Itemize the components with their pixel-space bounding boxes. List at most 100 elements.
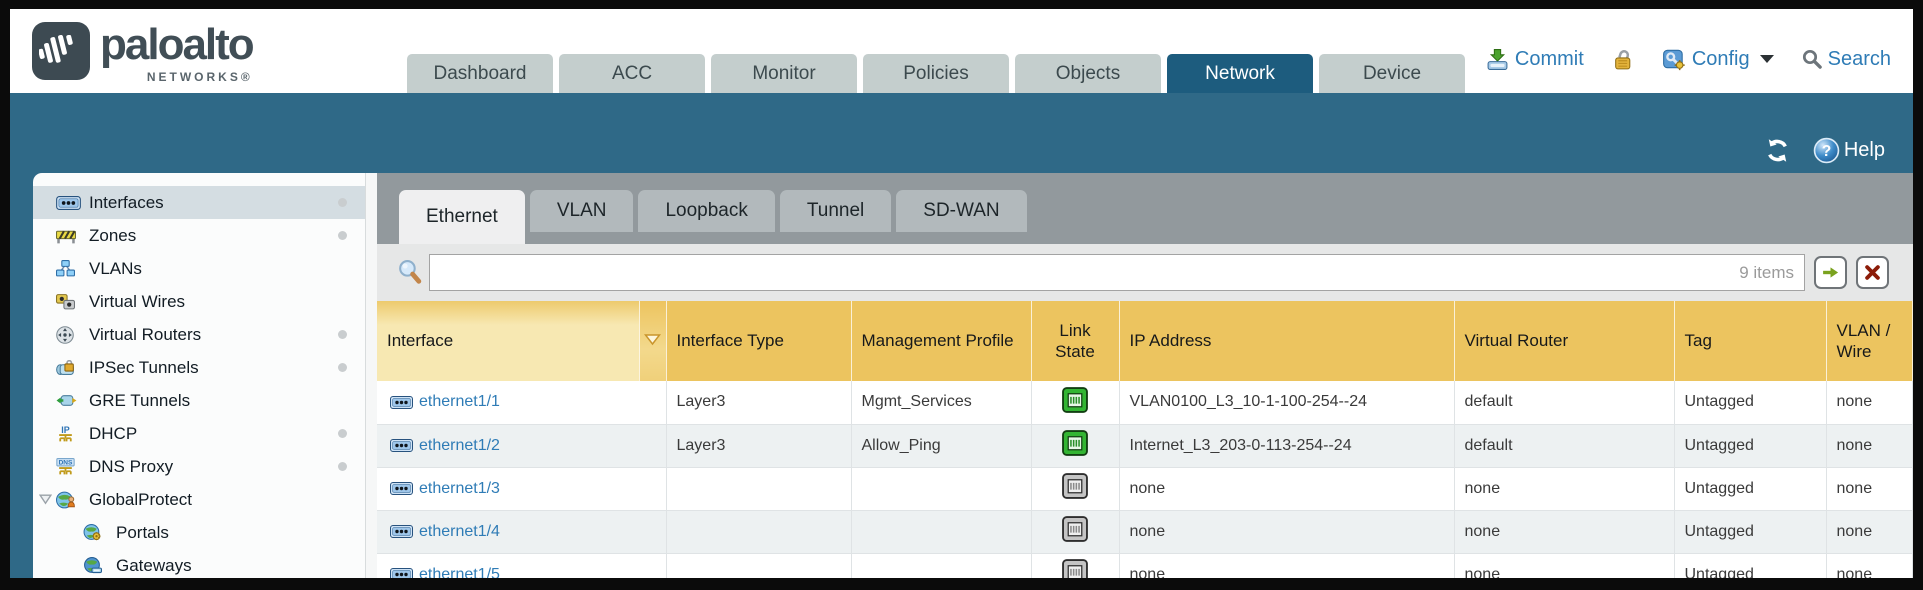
dns-proxy-icon: DNS — [56, 458, 82, 476]
table-body: ethernet1/1Layer3Mgmt_ServicesVLAN0100_L… — [377, 381, 1913, 578]
refresh-icon[interactable] — [1764, 138, 1791, 163]
search-button[interactable]: Search — [1802, 48, 1891, 71]
expander-icon[interactable] — [39, 494, 56, 505]
cell-interface-type — [666, 467, 851, 510]
table-row: ethernet1/4nonenoneUntaggednone — [377, 510, 1913, 553]
interface-link[interactable]: ethernet1/1 — [390, 393, 656, 411]
cell-link-state — [1031, 553, 1119, 578]
filter-input-box: 9 items — [429, 254, 1805, 291]
sidebar-item-globalprotect[interactable]: GlobalProtect — [33, 483, 365, 516]
cell-ip-address: none — [1119, 510, 1454, 553]
clear-filter-button[interactable] — [1856, 256, 1889, 289]
nav-tab-device[interactable]: Device — [1319, 54, 1465, 93]
cell-link-state — [1031, 467, 1119, 510]
sidebar-item-label: VLANs — [89, 259, 142, 279]
secondary-bar: ? Help — [10, 93, 1913, 173]
dot-indicator — [338, 429, 347, 438]
tab-loopback[interactable]: Loopback — [638, 190, 774, 232]
commit-button[interactable]: Commit — [1486, 48, 1584, 71]
column-header-ip-address[interactable]: IP Address — [1119, 301, 1454, 381]
nav-tab-network[interactable]: Network — [1167, 54, 1313, 93]
link-down-icon — [1062, 559, 1088, 578]
config-label: Config — [1692, 48, 1750, 71]
search-icon — [1802, 49, 1822, 69]
sidebar-item-label: DHCP — [89, 424, 137, 444]
virtual-routers-icon — [56, 326, 82, 344]
content-panel: EthernetVLANLoopbackTunnelSD-WAN 9 items — [377, 173, 1913, 578]
table-row: ethernet1/1Layer3Mgmt_ServicesVLAN0100_L… — [377, 381, 1913, 424]
dot-indicator — [338, 330, 347, 339]
sidebar-item-label: GRE Tunnels — [89, 391, 190, 411]
sidebar-item-label: Virtual Routers — [89, 325, 201, 345]
cell-vlan-wire: none — [1826, 424, 1913, 467]
table-row: ethernet1/3nonenoneUntaggednone — [377, 467, 1913, 510]
cell-management-profile: Allow_Ping — [851, 424, 1031, 467]
sidebar-nav: InterfacesZones VLANs Virtual Wires Virtual… — [33, 173, 365, 578]
interface-icon — [390, 525, 413, 538]
nav-tab-objects[interactable]: Objects — [1015, 54, 1161, 93]
apply-filter-button[interactable] — [1814, 256, 1847, 289]
tab-vlan[interactable]: VLAN — [530, 190, 634, 232]
interface-icon — [390, 396, 413, 409]
column-header-link-state[interactable]: Link State — [1031, 301, 1119, 381]
column-header-interface[interactable]: Interface — [377, 301, 639, 381]
lock-icon[interactable] — [1612, 48, 1634, 71]
column-header-tag[interactable]: Tag — [1674, 301, 1826, 381]
interface-link[interactable]: ethernet1/4 — [390, 523, 656, 541]
cell-interface-type — [666, 510, 851, 553]
column-header-management-profile[interactable]: Management Profile — [851, 301, 1031, 381]
dot-indicator — [338, 462, 347, 471]
help-button[interactable]: ? Help — [1813, 137, 1885, 164]
sidebar-item-ipsec-tunnels[interactable]: IPSec Tunnels — [33, 351, 365, 384]
column-header-vlan-wire[interactable]: VLAN / Wire — [1826, 301, 1913, 381]
sidebar-item-dhcp[interactable]: IP DHCP — [33, 417, 365, 450]
app-background: paloalto NETWORKS® DashboardACCMonitorPo… — [10, 9, 1913, 578]
cell-ip-address: Internet_L3_203-0-113-254--24 — [1119, 424, 1454, 467]
sidebar-item-interfaces[interactable]: Interfaces — [33, 186, 365, 219]
sidebar-item-zones[interactable]: Zones — [33, 219, 365, 252]
top-actions: Commit Config — [1486, 47, 1891, 71]
cell-tag: Untagged — [1674, 424, 1826, 467]
tab-ethernet[interactable]: Ethernet — [399, 190, 525, 244]
dhcp-icon: IP — [56, 425, 82, 443]
sidebar-item-portals[interactable]: Portals — [33, 516, 365, 549]
sidebar-item-vlans[interactable]: VLANs — [33, 252, 365, 285]
nav-tab-policies[interactable]: Policies — [863, 54, 1009, 93]
svg-text:?: ? — [1822, 143, 1832, 160]
interface-icon — [390, 568, 413, 578]
interface-link[interactable]: ethernet1/3 — [390, 480, 656, 498]
cell-ip-address: none — [1119, 553, 1454, 578]
table-row: ethernet1/2Layer3Allow_PingInternet_L3_2… — [377, 424, 1913, 467]
tab-tunnel[interactable]: Tunnel — [780, 190, 891, 232]
nav-tab-dashboard[interactable]: Dashboard — [407, 54, 553, 93]
tab-sd-wan[interactable]: SD-WAN — [896, 190, 1026, 232]
column-header-virtual-router[interactable]: Virtual Router — [1454, 301, 1674, 381]
sidebar-item-gre-tunnels[interactable]: GRE Tunnels — [33, 384, 365, 417]
virtual-wires-icon — [56, 294, 82, 310]
items-count: 9 items — [1731, 263, 1794, 283]
sidebar-item-dns-proxy[interactable]: DNSDNS Proxy — [33, 450, 365, 483]
config-menu-button[interactable]: Config — [1662, 47, 1774, 71]
link-up-icon — [1062, 430, 1088, 456]
cell-management-profile — [851, 467, 1031, 510]
sidebar-item-virtual-wires[interactable]: Virtual Wires — [33, 285, 365, 318]
interface-link[interactable]: ethernet1/5 — [390, 566, 656, 579]
nav-tab-acc[interactable]: ACC — [559, 54, 705, 93]
column-header-interface-type[interactable]: Interface Type — [666, 301, 851, 381]
link-up-icon — [1062, 387, 1088, 413]
dot-indicator — [338, 363, 347, 372]
interface-link[interactable]: ethernet1/2 — [390, 437, 656, 455]
filter-input[interactable] — [440, 264, 1731, 282]
sidebar-item-virtual-routers[interactable]: Virtual Routers — [33, 318, 365, 351]
cell-tag: Untagged — [1674, 467, 1826, 510]
svg-text:DNS: DNS — [59, 459, 73, 466]
primary-nav: DashboardACCMonitorPoliciesObjectsNetwor… — [407, 54, 1471, 93]
column-sort-button[interactable] — [639, 301, 666, 381]
cell-interface-type — [666, 553, 851, 578]
sidebar-item-label: Gateways — [116, 556, 192, 576]
sidebar-item-gateways[interactable]: Gateways — [33, 549, 365, 578]
interfaces-icon — [56, 196, 82, 210]
sidebar-scrollbar[interactable] — [365, 173, 377, 578]
sidebar-item-label: IPSec Tunnels — [89, 358, 199, 378]
nav-tab-monitor[interactable]: Monitor — [711, 54, 857, 93]
